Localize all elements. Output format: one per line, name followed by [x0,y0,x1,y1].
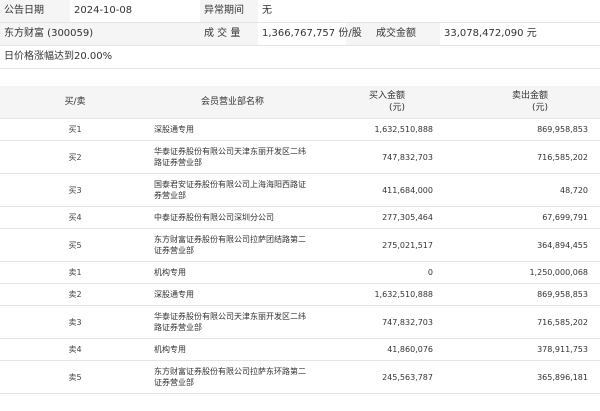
row-side: 买2 [0,140,150,174]
row-side: 卖4 [0,338,150,361]
row-side: 买5 [0,228,150,262]
volume-value: 1,366,767,757 份/股 [258,22,362,46]
row-sell-amount: 364,894,455 [445,228,600,262]
row-buy-amount: 1,632,510,888 [315,118,445,141]
row-buy-amount: 275,021,517 [315,228,445,262]
row-buy-amount: 747,832,703 [315,305,445,339]
info-row-2: 东方财富 (300059) 成 交 量 1,366,767,757 份/股 成交… [0,22,600,46]
col-sell-header: 卖出金额 (元) [445,86,600,119]
row-sell-amount: 716,585,202 [445,140,600,174]
stock-name: 东方财富 (300059) [0,22,200,46]
row-dept-name: 东方财富证券股份有限公司拉萨团结路第二证券营业部 [150,228,315,262]
date-value: 2024-10-08 [70,0,200,23]
anomaly-value: 无 [258,0,600,23]
info-row-1: 公告日期 2024-10-08 异常期间 无 [0,0,600,23]
row-sell-amount: 67,699,791 [445,206,600,229]
amount-value: 33,078,472,090 元 [440,22,600,46]
row-dept-name: 机构专用 [150,338,315,361]
row-dept-name: 中泰证券股份有限公司深圳分公司 [150,206,315,229]
date-label: 公告日期 [0,0,70,23]
row-buy-amount: 277,305,464 [315,206,445,229]
row-buy-amount: 411,684,000 [315,173,445,207]
row-side: 卖2 [0,283,150,306]
row-sell-amount: 378,911,753 [445,338,600,361]
row-side: 卖5 [0,360,150,394]
info-table: 公告日期 2024-10-08 异常期间 无 东方财富 (300059) 成 交… [0,0,600,46]
row-dept-name: 东方财富证券股份有限公司拉萨东环路第二证券营业部 [150,360,315,394]
row-side: 买4 [0,206,150,229]
row-buy-amount: 0 [315,261,445,284]
row-sell-amount: 365,896,181 [445,360,600,394]
col-dept-header: 会员营业部名称 [150,86,315,119]
row-dept-name: 深股通专用 [150,283,315,306]
table-row: 卖2 深股通专用 1,632,510,888 869,958,853 [0,283,600,306]
table-row: 买2 华泰证券股份有限公司天津东丽开发区二纬路证券营业部 747,832,703 71… [0,140,600,174]
reason-text: 日价格涨幅达到20.00% [0,46,600,69]
row-sell-amount: 716,585,202 [445,305,600,339]
row-sell-amount: 869,958,853 [445,283,600,306]
row-sell-amount: 869,958,853 [445,118,600,141]
row-dept-name: 国泰君安证券股份有限公司上海海阳西路证券营业部 [150,173,315,207]
row-side: 买1 [0,118,150,141]
row-sell-amount: 48,720 [445,173,600,207]
row-dept-name: 华泰证券股份有限公司天津东丽开发区二纬路证券营业部 [150,140,315,174]
col-buy-header: 买入金额 (元) [315,86,445,119]
row-buy-amount: 747,832,703 [315,140,445,174]
row-dept-name: 华泰证券股份有限公司天津东丽开发区二纬路证券营业部 [150,305,315,339]
lhb-page: 公告日期 2024-10-08 异常期间 无 东方财富 (300059) 成 交… [0,0,600,411]
table-row: 买5 东方财富证券股份有限公司拉萨团结路第二证券营业部 275,021,517 364… [0,228,600,262]
table-row: 买4 中泰证券股份有限公司深圳分公司 277,305,464 67,699,791 [0,206,600,229]
volume-label: 成 交 量 [200,22,258,46]
row-dept-name: 机构专用 [150,261,315,284]
table-header-row: 买/卖 会员营业部名称 买入金额 (元) 卖出金额 (元) [0,86,600,119]
table-row: 买3 国泰君安证券股份有限公司上海海阳西路证券营业部 411,684,000 48,7… [0,173,600,207]
table-row: 卖1 机构专用 0 1,250,000,068 [0,261,600,284]
table-row: 卖4 机构专用 41,860,076 378,911,753 [0,338,600,361]
trade-table: 买/卖 会员营业部名称 买入金额 (元) 卖出金额 (元) 买1 深股通专用 1,6… [0,86,600,394]
row-dept-name: 深股通专用 [150,118,315,141]
col-side-header: 买/卖 [0,86,150,119]
row-buy-amount: 1,632,510,888 [315,283,445,306]
row-buy-amount: 245,563,787 [315,360,445,394]
table-row: 卖5 东方财富证券股份有限公司拉萨东环路第二证券营业部 245,563,787 365… [0,360,600,394]
row-side: 买3 [0,173,150,207]
anomaly-label: 异常期间 [200,0,258,23]
row-side: 卖3 [0,305,150,339]
table-row: 卖3 华泰证券股份有限公司天津东丽开发区二纬路证券营业部 747,832,703 71… [0,305,600,339]
row-buy-amount: 41,860,076 [315,338,445,361]
row-side: 卖1 [0,261,150,284]
table-row: 买1 深股通专用 1,632,510,888 869,958,853 [0,118,600,141]
row-sell-amount: 1,250,000,068 [445,261,600,284]
